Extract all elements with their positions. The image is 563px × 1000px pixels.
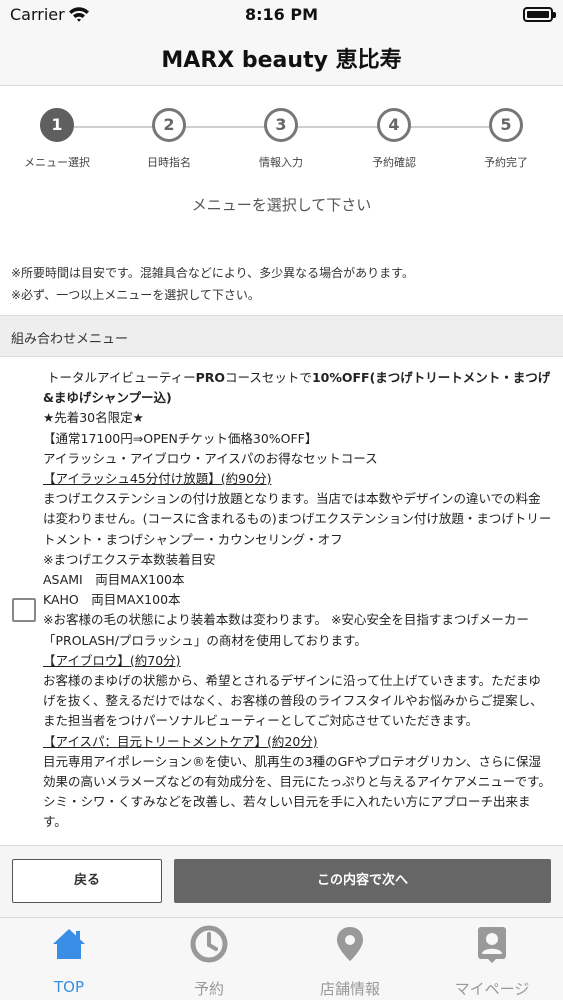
step-2-label: 日時指名 [147, 156, 191, 169]
eyebrow-desc: お客様のまゆげの状態から、希望とされるデザインに沿って仕上げていきます。ただまゆ… [43, 673, 543, 729]
location-pin-icon [337, 927, 363, 961]
tab-store-info[interactable]: 店舗情報 [290, 924, 410, 999]
eyelash-caution: ※お客様の毛の状態により装着本数は変わります。 ※安心安全を目指すまつげメーカー… [43, 612, 529, 648]
battery-icon [523, 7, 556, 22]
step-1-number: 1 [40, 108, 74, 142]
back-button[interactable]: 戻る [12, 859, 162, 903]
section-header: 組み合わせメニュー [0, 315, 563, 357]
menu-heading: メニューを選択して下さい [191, 196, 372, 214]
menu-item-title-pro: PRO [195, 370, 226, 385]
tab-top[interactable]: TOP [9, 924, 129, 996]
eyelash-title: 【アイラッシュ45分付け放題】 [43, 471, 221, 487]
staff-kaho: KAHO 両目MAX100本 [43, 592, 181, 608]
tab-store-info-label: 店舗情報 [319, 980, 380, 998]
step-1: 1 メニュー選択 [2, 108, 112, 170]
step-1-label: メニュー選択 [24, 156, 90, 169]
user-badge-icon [478, 927, 506, 963]
tab-reservation[interactable]: 予約 [149, 924, 269, 999]
tab-reservation-label: 予約 [193, 980, 224, 998]
step-4: 4 予約確認 [339, 108, 449, 170]
menu-item-summary: アイラッシュ・アイブロウ・アイスパのお得なセットコース [43, 450, 378, 466]
eyespa-time: (約20分) [267, 733, 318, 749]
step-2: 2 日時指名 [114, 108, 224, 170]
eyespa-desc: 目元専用アイポレーション®を使い、肌再生の3種のGFやプロテオグリカン、さらに保… [43, 753, 551, 830]
tab-bar: TOP 予約 店舗情報 マイページ [0, 917, 563, 1000]
note-duration: ※所要時間は目安です。混雑具合などにより、多少異なる場合があります。 [11, 266, 414, 280]
staff-asami: ASAMI 両目MAX100本 [43, 572, 185, 588]
menu-item-title-discount: 10%OFF [311, 370, 370, 385]
step-5-number: 5 [489, 108, 523, 142]
menu-item-limited: ★先着30名限定★ [43, 410, 144, 426]
eyebrow-title: 【アイブロウ】 [43, 652, 130, 668]
eyelash-time: (約90分) [220, 471, 272, 487]
footer-actions: 戻る この内容で次へ [0, 845, 563, 917]
step-5-label: 予約完了 [484, 156, 528, 169]
eyelash-desc: まつげエクステンションの付け放題となります。当店では本数やデザインの違いでの料金… [43, 491, 552, 547]
step-2-number: 2 [152, 108, 186, 142]
step-3: 3 情報入力 [226, 108, 336, 170]
step-5: 5 予約完了 [451, 108, 561, 170]
tab-mypage[interactable]: マイページ [432, 924, 552, 999]
menu-item-title-mid: コースセットで [225, 370, 312, 385]
eyespa-title: 【アイスパ：目元トリートメントケア】 [43, 733, 268, 749]
home-icon [53, 929, 85, 959]
menu-item-description[interactable]: トータルアイビューティーPROコースセットで10%OFF(まつげトリートメント・… [43, 368, 553, 833]
page-title: MARX beauty 恵比寿 [161, 48, 402, 73]
menu-item-price: 【通常17100円⇒OPENチケット価格30%OFF】 [43, 430, 318, 446]
notes: ※所要時間は目安です。混雑具合などにより、多少異なる場合があります。 ※必ず、一… [11, 262, 556, 306]
menu-item-title-pre: トータルアイビューティー [46, 370, 196, 385]
progress-steps: 1 メニュー選択 2 日時指名 3 情報入力 4 予約確認 5 予約完了 [0, 100, 563, 180]
status-time: 8:16 PM [244, 5, 318, 24]
menu-item-checkbox[interactable] [12, 598, 36, 622]
step-4-number: 4 [377, 108, 411, 142]
tab-top-label: TOP [53, 978, 84, 996]
menu-list[interactable]: トータルアイビューティーPROコースセットで10%OFF(まつげトリートメント・… [0, 358, 563, 844]
clock-icon [190, 925, 228, 963]
nav-bar: MARX beauty 恵比寿 [0, 30, 563, 86]
eyebrow-time: (約70分) [129, 652, 181, 668]
note-required: ※必ず、一つ以上メニューを選択して下さい。 [11, 288, 260, 302]
step-3-number: 3 [264, 108, 298, 142]
step-3-label: 情報入力 [259, 156, 303, 169]
step-4-label: 予約確認 [372, 156, 416, 169]
status-bar: Carrier 8:16 PM [0, 0, 563, 30]
eyelash-note: ※まつげエクステ本数装着目安 [43, 551, 216, 567]
section-title: 組み合わせメニュー [11, 332, 129, 347]
tab-mypage-label: マイページ [454, 980, 530, 998]
next-button[interactable]: この内容で次へ [174, 859, 551, 903]
